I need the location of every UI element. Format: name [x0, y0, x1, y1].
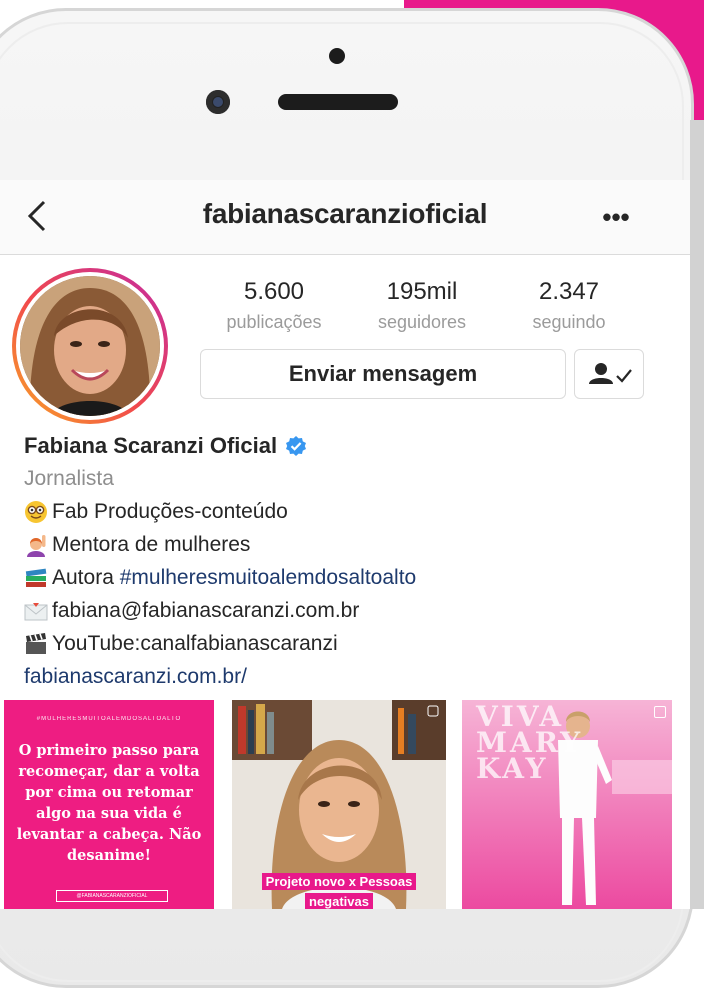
- post-tile-quote[interactable]: #MULHERESMUITOALEMDOSALTOALTO O primeiro…: [4, 700, 214, 909]
- envelope-emoji-icon: [24, 602, 48, 620]
- books-emoji-icon: [25, 568, 47, 587]
- website-link[interactable]: fabianascaranzi.com.br/: [24, 660, 674, 693]
- post-1-quote: O primeiro passo para recomeçar, dar a v…: [16, 742, 202, 864]
- avatar[interactable]: [16, 272, 164, 420]
- bio-line-5: YouTube:canalfabianascaranzi: [24, 627, 674, 660]
- bio-line-4-text: fabiana@fabianascaranzi.com.br: [52, 599, 360, 622]
- phone-camera-icon: [206, 90, 230, 114]
- post-2-caption: Projeto novo x Pessoas negativas: [252, 872, 426, 909]
- phone-speaker: [278, 94, 398, 110]
- profile-header: fabianascaranzioficial •••: [0, 180, 690, 255]
- bio-line-1: Fab Produções-conteúdo: [24, 495, 674, 528]
- bio-hashtag-link[interactable]: #mulheresmuitoalemdosaltoalto: [120, 561, 417, 594]
- display-name-row: Fabiana Scaranzi Oficial: [24, 430, 674, 462]
- woman-raising-hand-emoji-icon: [27, 534, 46, 557]
- bio-line-2: Mentora de mulheres: [24, 528, 674, 561]
- post-1-hashtag: #MULHERESMUITOALEMDOSALTOALTO: [36, 716, 182, 722]
- stat-posts-value: 5.600: [243, 278, 305, 305]
- post-3-overlay-text: VIVA MARY KAY: [476, 700, 584, 785]
- display-name: Fabiana Scaranzi Oficial: [24, 433, 278, 458]
- bio-line-3-prefix: Autora: [52, 566, 120, 589]
- multi-photo-icon: [654, 706, 666, 718]
- profile-bio: Fabiana Scaranzi Oficial Jornalista Fab …: [24, 430, 674, 693]
- post-1-handle: @FABIANASCARANZIOFICIAL: [56, 890, 168, 902]
- bio-line-4: fabiana@fabianascaranzi.com.br: [24, 594, 674, 627]
- post-tile-video[interactable]: Projeto novo x Pessoas negativas: [232, 700, 446, 909]
- more-options-icon[interactable]: •••: [596, 202, 636, 232]
- stat-following-value: 2.347: [538, 278, 600, 305]
- stat-followers[interactable]: 195mil seguidores: [360, 278, 484, 333]
- stat-posts-label: publicações: [226, 312, 322, 332]
- stat-followers-label: seguidores: [377, 312, 467, 332]
- stat-followers-value: 195mil: [386, 278, 458, 305]
- bio-line-3: Autora #mulheresmuitoalemdosaltoalto: [24, 561, 674, 594]
- post-2-caption-text: Projeto novo x Pessoas negativas: [261, 873, 417, 909]
- phone-sensor: [329, 48, 345, 64]
- bio-line-1-text: Fab Produções-conteúdo: [52, 500, 288, 523]
- clapper-board-emoji-icon: [26, 632, 46, 654]
- instagram-profile-screen: fabianascaranzioficial ••• 5.600 publica…: [0, 180, 690, 909]
- bio-line-5-text: YouTube:canalfabianascaranzi: [52, 632, 338, 655]
- profile-category: Jornalista: [24, 467, 114, 490]
- post-tile-event[interactable]: VIVA MARY KAY: [462, 700, 672, 909]
- stat-posts[interactable]: 5.600 publicações: [214, 278, 334, 333]
- profile-username: fabianascaranzioficial: [202, 198, 488, 229]
- person-check-icon: [589, 363, 632, 384]
- stat-following-label: seguindo: [532, 312, 606, 332]
- nerd-face-emoji-icon: [25, 500, 47, 523]
- phone-side-edge: [690, 120, 704, 909]
- send-message-button[interactable]: Enviar mensagem: [200, 349, 566, 399]
- posts-grid: #MULHERESMUITOALEMDOSALTOALTO O primeiro…: [0, 700, 690, 909]
- stat-following[interactable]: 2.347 seguindo: [514, 278, 624, 333]
- following-button[interactable]: [574, 349, 644, 399]
- story-ring[interactable]: [12, 268, 168, 424]
- profile-photo: [20, 276, 160, 416]
- verified-badge-icon: [286, 436, 307, 456]
- bio-line-2-text: Mentora de mulheres: [52, 533, 251, 556]
